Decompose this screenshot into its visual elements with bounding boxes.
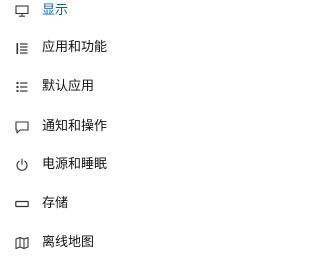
map-icon: [14, 235, 30, 251]
default-apps-icon: [14, 79, 30, 95]
sidebar-item-power-sleep[interactable]: 电源和睡眠: [0, 150, 259, 180]
sidebar-item-label: 显示: [42, 3, 69, 18]
notification-icon: [14, 119, 30, 135]
sidebar-item-label: 存储: [42, 196, 69, 211]
sidebar-item-label: 应用和功能: [42, 40, 108, 55]
sidebar-item-label: 离线地图: [42, 235, 95, 250]
sidebar-item-label: 通知和操作: [42, 119, 108, 134]
monitor-icon: [14, 3, 30, 19]
sidebar-item-label: 默认应用: [42, 79, 95, 94]
settings-sidebar: 显示 应用和功能 默认应用 通知和操作 电源和睡眠 存储 离线地图: [0, 0, 259, 251]
storage-icon: [14, 196, 30, 212]
sidebar-item-display[interactable]: 显示: [0, 0, 259, 26]
power-icon: [14, 157, 30, 173]
sidebar-item-label: 电源和睡眠: [42, 157, 108, 172]
sidebar-item-storage[interactable]: 存储: [0, 189, 259, 219]
sidebar-item-offline-maps[interactable]: 离线地图: [0, 228, 259, 258]
sidebar-item-default-apps[interactable]: 默认应用: [0, 72, 259, 102]
sidebar-item-notifications[interactable]: 通知和操作: [0, 112, 259, 142]
sidebar-item-apps-features[interactable]: 应用和功能: [0, 33, 259, 63]
apps-list-icon: [14, 40, 30, 56]
